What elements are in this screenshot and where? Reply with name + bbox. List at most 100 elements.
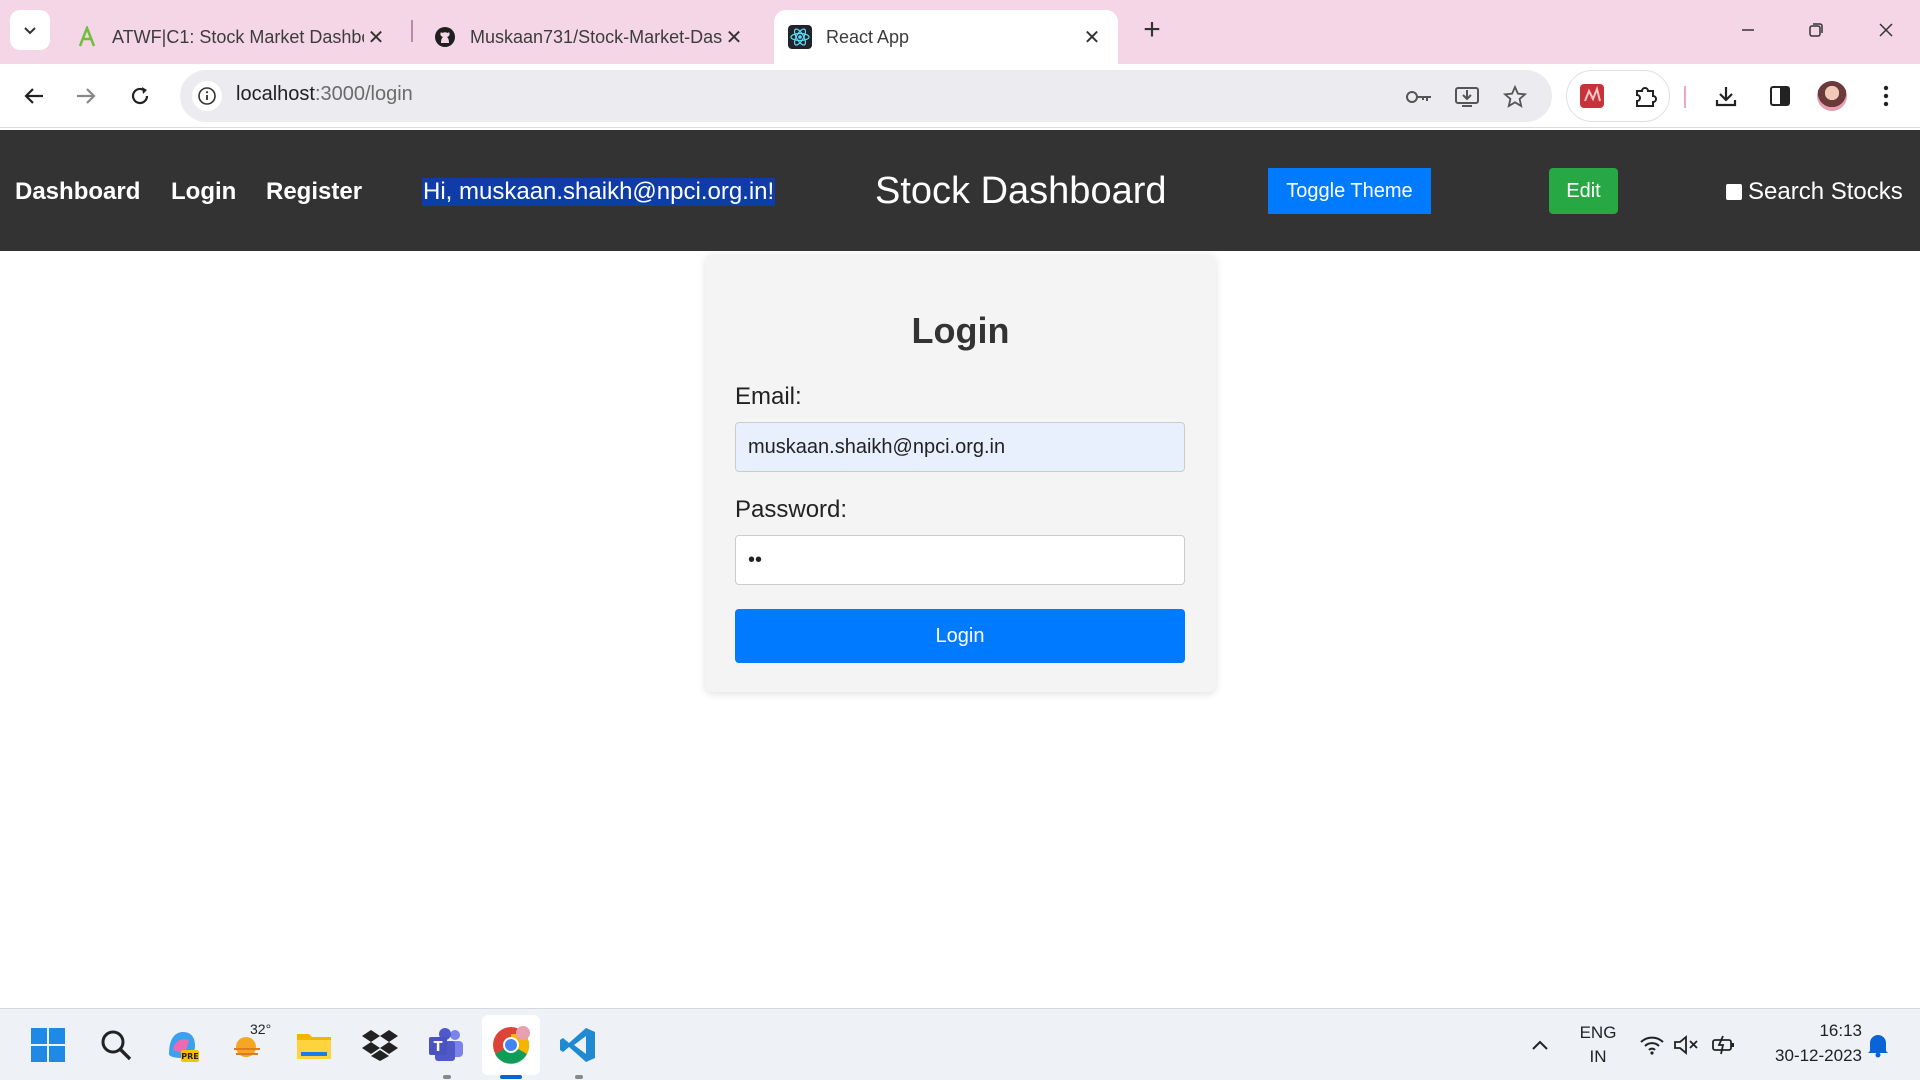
battery-charging-icon — [1712, 1035, 1734, 1055]
react-icon — [788, 25, 812, 49]
close-window-button[interactable] — [1856, 10, 1916, 50]
email-field[interactable]: muskaan.shaikh@npci.org.in — [735, 422, 1185, 472]
browser-tab-strip: ATWF|C1: Stock Market Dashbo ✕ Muskaan73… — [0, 0, 1920, 64]
side-panel-button[interactable] — [1760, 76, 1800, 116]
folder-icon — [297, 1034, 331, 1059]
downloads-button[interactable] — [1706, 76, 1746, 116]
chevron-down-icon — [24, 27, 36, 35]
clock-date: 30-12-2023 — [1775, 1046, 1862, 1065]
reload-button[interactable] — [120, 76, 160, 116]
nav-link-dashboard[interactable]: Dashboard — [15, 178, 140, 206]
atwf-icon — [78, 26, 96, 47]
back-arrow-icon — [24, 88, 43, 104]
svg-text:PRE: PRE — [181, 1052, 199, 1061]
install-app-button[interactable] — [1452, 82, 1482, 112]
github-icon — [435, 27, 455, 47]
side-panel-icon — [1770, 86, 1790, 106]
close-icon[interactable]: ✕ — [364, 25, 388, 49]
show-hidden-icons-button[interactable] — [1518, 1023, 1562, 1067]
minimize-icon — [1742, 29, 1754, 31]
search-stocks-checkbox[interactable] — [1726, 184, 1742, 200]
chrome-icon — [493, 1026, 530, 1064]
tab-separator — [411, 20, 413, 42]
copilot-icon: PRE — [169, 1032, 199, 1062]
toggle-theme-button[interactable]: Toggle Theme — [1268, 168, 1431, 214]
site-info-button[interactable] — [192, 81, 222, 111]
bookmark-button[interactable] — [1500, 82, 1530, 112]
tab-github[interactable]: Muskaan731/Stock-Market-Das ✕ — [420, 10, 760, 64]
url-text[interactable]: localhost:3000/login — [236, 83, 413, 106]
vscode-icon — [560, 1028, 595, 1062]
app-title: Stock Dashboard — [875, 170, 1167, 212]
password-key-button[interactable] — [1404, 82, 1434, 112]
puzzle-icon — [1636, 87, 1657, 107]
close-icon[interactable]: ✕ — [1080, 25, 1104, 49]
nav-link-login[interactable]: Login — [171, 178, 236, 206]
bell-icon — [1868, 1035, 1888, 1058]
login-heading: Login — [911, 310, 1010, 351]
search-stocks-toggle[interactable]: Search Stocks — [1726, 178, 1903, 206]
chrome-menu-button[interactable] — [1866, 76, 1906, 116]
windows-taskbar: PRE 32° T ENG IN 16:13 30-12-2023 — [0, 1008, 1920, 1080]
edit-button[interactable]: Edit — [1549, 168, 1618, 214]
url-path: :3000/login — [314, 83, 413, 105]
extension-button[interactable] — [1572, 76, 1612, 116]
chevron-up-icon — [1532, 1040, 1548, 1050]
active-app-indicator — [500, 1075, 522, 1079]
profile-button[interactable] — [1812, 76, 1852, 116]
volume-muted-icon — [1674, 1035, 1698, 1055]
start-button[interactable] — [26, 1023, 70, 1067]
app-navbar: Dashboard Login Register Hi, muskaan.sha… — [0, 130, 1920, 251]
address-bar[interactable]: localhost:3000/login — [180, 70, 1552, 122]
password-field[interactable]: •• — [735, 535, 1185, 585]
tab-react-app[interactable]: React App ✕ — [774, 10, 1118, 64]
forward-arrow-icon — [77, 88, 96, 104]
clock-time[interactable]: 16:13 — [1752, 1021, 1862, 1041]
toolbar-divider — [1684, 86, 1686, 108]
user-greeting: Hi, muskaan.shaikh@npci.org.in! — [422, 178, 776, 206]
tab-search-button[interactable] — [10, 10, 50, 50]
teams-icon: T — [429, 1028, 463, 1061]
search-button[interactable] — [94, 1023, 138, 1067]
vscode-button[interactable] — [556, 1023, 600, 1067]
wifi-icon — [1640, 1036, 1664, 1055]
copilot-button[interactable]: PRE — [160, 1023, 204, 1067]
reload-icon — [131, 87, 149, 105]
windows-icon — [31, 1028, 65, 1062]
language-indicator-line2: IN — [1589, 1047, 1607, 1066]
restore-icon — [1809, 23, 1823, 37]
language-indicator-line1[interactable]: ENG — [1578, 1023, 1618, 1043]
restore-button[interactable] — [1786, 10, 1846, 50]
url-host: localhost — [236, 83, 315, 105]
install-icon — [1455, 87, 1479, 107]
more-vertical-icon — [1883, 85, 1889, 107]
back-button[interactable] — [14, 76, 54, 116]
tab-atwf[interactable]: ATWF|C1: Stock Market Dashbo ✕ — [62, 10, 402, 64]
close-icon — [1879, 23, 1893, 37]
login-submit-button[interactable]: Login — [735, 609, 1185, 663]
star-icon — [1503, 85, 1527, 108]
tab-title: React App — [826, 26, 910, 47]
battery-button[interactable] — [1702, 1023, 1746, 1067]
running-indicator — [443, 1075, 451, 1079]
info-icon — [198, 87, 216, 105]
new-tab-button[interactable]: + — [1136, 13, 1168, 46]
password-label: Password: — [735, 496, 848, 523]
tab-title: Muskaan731/Stock-Market-Das — [470, 26, 722, 47]
download-icon — [1715, 87, 1737, 107]
forward-button[interactable] — [66, 76, 106, 116]
tab-title: ATWF|C1: Stock Market Dashbo — [112, 26, 364, 47]
notifications-button[interactable] — [1856, 1023, 1900, 1067]
login-card: Login Email: muskaan.shaikh@npci.org.in … — [705, 254, 1216, 692]
chrome-button[interactable] — [489, 1023, 533, 1067]
extensions-menu-button[interactable] — [1626, 76, 1666, 116]
search-icon — [101, 1030, 132, 1061]
teams-button[interactable]: T — [424, 1023, 468, 1067]
nav-link-register[interactable]: Register — [266, 178, 362, 206]
dropbox-icon — [362, 1030, 398, 1061]
minimize-button[interactable] — [1718, 10, 1778, 50]
close-icon[interactable]: ✕ — [722, 25, 746, 49]
dropbox-button[interactable] — [358, 1023, 402, 1067]
browser-toolbar: localhost:3000/login — [0, 64, 1920, 128]
file-explorer-button[interactable] — [292, 1023, 336, 1067]
